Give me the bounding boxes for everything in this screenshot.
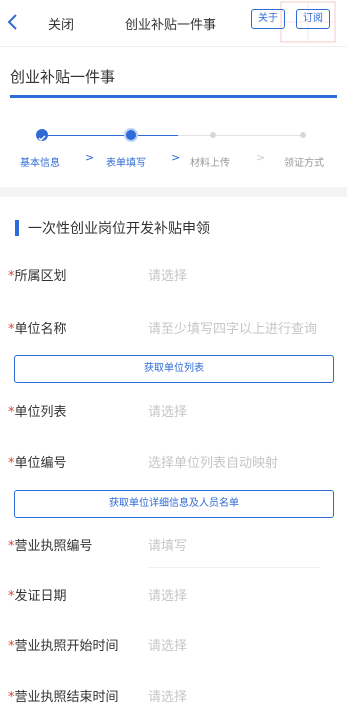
back-arrow-icon[interactable] [6, 12, 26, 32]
field-label-district: *所属区划 [8, 269, 67, 284]
section-divider [0, 187, 347, 197]
top-nav-bar: 关闭 创业补贴一件事 关于 订阅 [0, 0, 347, 47]
step-line-3 [216, 135, 300, 136]
unit-name-input[interactable]: 请至少填写四字以上进行查询 [148, 318, 317, 337]
field-label-issue-date: *发证日期 [8, 589, 67, 604]
step-separator: > [171, 151, 181, 164]
license-start-picker[interactable]: 请选择 [148, 635, 187, 654]
fetch-unit-detail-button[interactable]: 获取单位详细信息及人员名单 [14, 490, 334, 518]
progress-stepper: 基本信息 > 表单填写 > 材料上传 > 领证方式 [0, 120, 347, 180]
step-separator: > [85, 151, 95, 164]
step-line-2a [138, 135, 178, 136]
step-label-pickup-method[interactable]: 领证方式 [284, 154, 324, 169]
field-label-unit-code: *单位编号 [8, 456, 67, 471]
license-end-picker[interactable]: 请选择 [148, 686, 187, 705]
row-divider [148, 567, 320, 568]
section-title: 创业补贴一件事 [10, 68, 116, 86]
page-title: 创业补贴一件事 [125, 18, 217, 33]
form-header: 一次性创业岗位开发补贴申领 [28, 221, 210, 237]
field-label-unit-name: *单位名称 [8, 322, 67, 337]
district-select[interactable]: 请选择 [148, 265, 187, 284]
step-2-dot [124, 128, 138, 142]
unit-list-select[interactable]: 请选择 [148, 401, 187, 420]
step-4-dot [300, 132, 306, 138]
issue-date-picker[interactable]: 请选择 [148, 585, 187, 604]
license-number-input[interactable]: 请填写 [148, 535, 187, 554]
close-link[interactable]: 关闭 [48, 14, 74, 33]
about-button[interactable]: 关于 [251, 9, 285, 29]
step-label-basic-info[interactable]: 基本信息 [20, 154, 60, 169]
step-line-1 [48, 135, 124, 136]
step-line-2b [178, 135, 210, 136]
step-label-material-upload[interactable]: 材料上传 [190, 154, 230, 169]
step-label-form-fill[interactable]: 表单填写 [106, 154, 146, 169]
check-icon [38, 135, 46, 142]
fetch-unit-list-button[interactable]: 获取单位列表 [14, 355, 334, 383]
subscribe-button[interactable]: 订阅 [296, 9, 330, 29]
step-1-dot [36, 129, 48, 142]
section-underline [10, 95, 337, 98]
field-label-unit-list: *单位列表 [8, 405, 67, 420]
chevron-left-icon [7, 14, 17, 30]
field-label-license-end: *营业执照结束时间 [8, 690, 119, 705]
field-label-license-number: *营业执照编号 [8, 539, 93, 554]
form-header-accent [15, 220, 19, 236]
field-label-license-start: *营业执照开始时间 [8, 639, 119, 654]
step-separator: > [256, 151, 266, 164]
unit-code-field: 选择单位列表自动映射 [148, 456, 279, 471]
